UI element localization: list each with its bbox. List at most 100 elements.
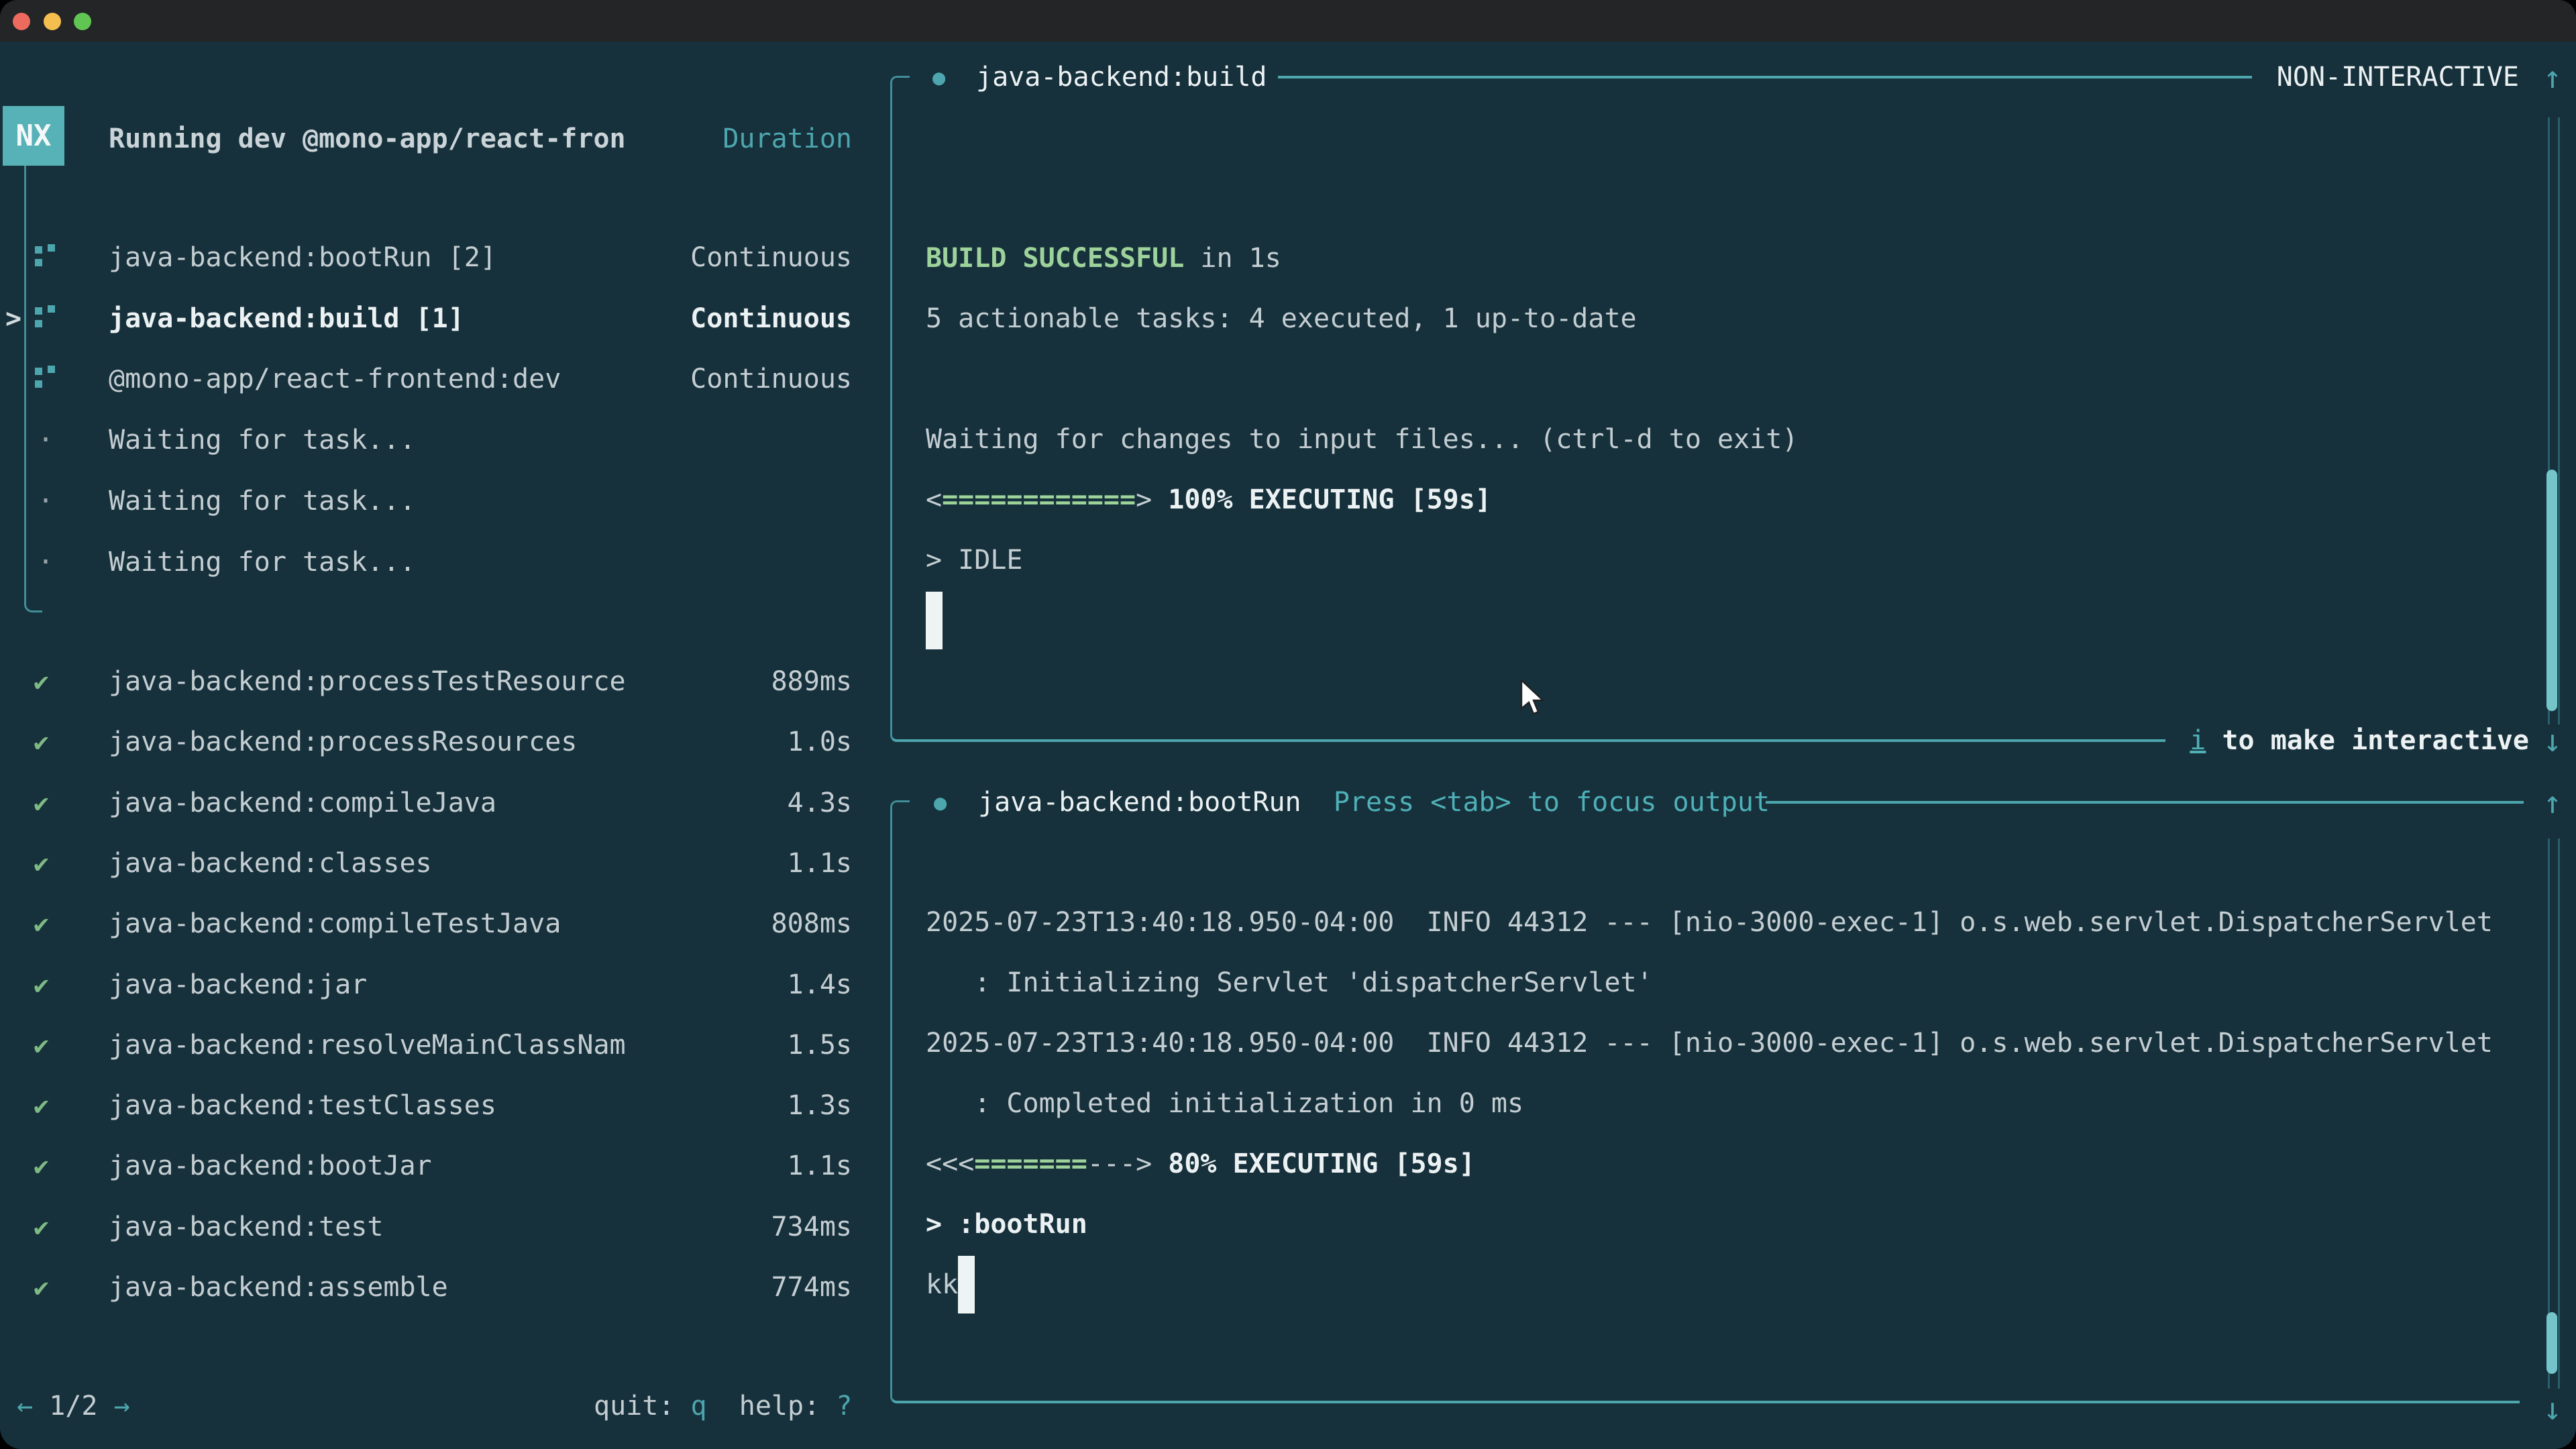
task-name: java-backend:classes xyxy=(109,833,432,894)
panel-title-row: java-backend:bootRun Press <tab> to focu… xyxy=(978,772,1770,833)
maximize-button[interactable] xyxy=(74,13,91,30)
log-line: 2025-07-23T13:40:18.950-04:00 INFO 44312… xyxy=(926,1013,2493,1073)
task-status: Continuous xyxy=(690,227,852,288)
prompt-line: > :bootRun xyxy=(926,1194,1087,1254)
task-name: java-backend:resolveMainClassNam xyxy=(109,1015,626,1075)
done-task-row[interactable]: ✔ java-backend:compileTestJava 808ms xyxy=(0,894,889,954)
check-icon: ✔ xyxy=(34,1075,49,1136)
scrollbar-thumb[interactable] xyxy=(2546,1312,2557,1374)
title-rule xyxy=(1278,76,2252,78)
task-name: java-backend:assemble xyxy=(109,1257,448,1318)
task-name: Waiting for task... xyxy=(109,532,416,592)
done-task-row[interactable]: ✔ java-backend:compileJava 4.3s xyxy=(0,773,889,833)
sidebar-footer: ← 1/2 → quit: q help: ? xyxy=(0,1376,889,1436)
task-name: java-backend:compileJava xyxy=(109,773,496,833)
done-task-row[interactable]: ✔ java-backend:jar 1.4s xyxy=(0,955,889,1015)
waiting-dot-icon: · xyxy=(38,532,54,592)
task-duration: 1.5s xyxy=(788,1015,852,1075)
task-duration: 1.1s xyxy=(788,833,852,894)
spacer xyxy=(97,1391,113,1421)
spacer xyxy=(707,1391,739,1421)
focus-output-hint: Press <tab> to focus output xyxy=(1334,787,1770,818)
key-hints: quit: q help: ? xyxy=(594,1376,852,1436)
task-duration: 1.1s xyxy=(788,1136,852,1196)
progress-label: 100% EXECUTING [59s] xyxy=(1152,484,1491,515)
check-icon: ✔ xyxy=(34,1197,49,1257)
done-task-row[interactable]: ✔ java-backend:testClasses 1.3s xyxy=(0,1075,889,1136)
task-row-waiting[interactable]: · Waiting for task... xyxy=(0,471,889,531)
check-icon: ✔ xyxy=(34,894,49,954)
non-interactive-badge: NON-INTERACTIVE xyxy=(2277,47,2519,107)
task-name: java-backend:compileTestJava xyxy=(109,894,561,954)
waiting-dot-icon: · xyxy=(38,410,54,470)
pager-left-icon[interactable]: ← xyxy=(17,1391,33,1421)
terminal-window: NX Running dev @mono-app/react-fron Dura… xyxy=(0,0,2576,1449)
build-success-line: BUILD SUCCESSFUL in 1s xyxy=(926,228,1281,288)
build-success-text: BUILD SUCCESSFUL xyxy=(926,243,1184,274)
check-icon: ✔ xyxy=(34,651,49,712)
progress-bar-line: <============> 100% EXECUTING [59s] xyxy=(926,470,1491,530)
spinner-icon xyxy=(35,246,42,254)
task-duration: 774ms xyxy=(771,1257,852,1318)
task-name: @mono-app/react-frontend:dev xyxy=(109,349,561,409)
task-row-waiting[interactable]: · Waiting for task... xyxy=(0,532,889,592)
log-line: : Completed initialization in 0 ms xyxy=(926,1073,1523,1134)
done-task-row[interactable]: ✔ java-backend:test 734ms xyxy=(0,1197,889,1257)
check-icon: ✔ xyxy=(34,1257,49,1318)
check-icon: ✔ xyxy=(34,773,49,833)
mouse-cursor xyxy=(1520,679,1550,719)
sidebar-header: Running dev @mono-app/react-fron Duratio… xyxy=(0,109,889,169)
task-name: java-backend:test xyxy=(109,1197,383,1257)
waiting-dot-icon: · xyxy=(38,471,54,531)
close-button[interactable] xyxy=(13,13,30,30)
progress-fill: ======= xyxy=(974,1148,1087,1179)
task-name: Waiting for task... xyxy=(109,471,416,531)
task-row-waiting[interactable]: · Waiting for task... xyxy=(0,410,889,470)
task-row-frontend-dev[interactable]: @mono-app/react-frontend:dev Continuous xyxy=(0,349,889,409)
done-task-row[interactable]: ✔ java-backend:processTestResource 889ms xyxy=(0,651,889,712)
log-line: : Initializing Servlet 'dispatcherServle… xyxy=(926,953,1653,1013)
check-icon: ✔ xyxy=(34,1136,49,1196)
task-name: java-backend:processTestResource xyxy=(109,651,626,712)
scroll-up-icon[interactable]: ↑ xyxy=(2538,772,2567,833)
task-status: Continuous xyxy=(690,349,852,409)
task-name: java-backend:bootJar xyxy=(109,1136,432,1196)
done-task-row[interactable]: ✔ java-backend:classes 1.1s xyxy=(0,833,889,894)
done-task-row[interactable]: ✔ java-backend:resolveMainClassNam 1.5s xyxy=(0,1015,889,1075)
task-name: java-backend:build [1] xyxy=(109,288,464,349)
interactive-hint-text: to make interactive xyxy=(2206,725,2529,756)
progress-dashes: ---> xyxy=(1087,1148,1152,1179)
minimize-button[interactable] xyxy=(44,13,61,30)
task-row-build-selected[interactable]: > java-backend:build [1] Continuous xyxy=(0,288,889,349)
titlebar xyxy=(0,0,2576,42)
task-status: Continuous xyxy=(690,288,852,349)
progress-close: > xyxy=(1136,484,1152,515)
done-task-row[interactable]: ✔ java-backend:bootJar 1.1s xyxy=(0,1136,889,1196)
task-duration: 1.3s xyxy=(788,1075,852,1136)
progress-fill: ============ xyxy=(942,484,1136,515)
spinner-icon xyxy=(35,307,42,315)
scrollbar-track[interactable] xyxy=(2548,839,2560,1389)
sidebar-title: Running dev @mono-app/react-fron xyxy=(109,109,626,169)
done-task-row[interactable]: ✔ java-backend:assemble 774ms xyxy=(0,1257,889,1318)
check-icon: ✔ xyxy=(34,955,49,1015)
scroll-up-icon[interactable]: ↑ xyxy=(2538,47,2567,107)
duration-column-header: Duration xyxy=(722,109,852,169)
check-icon: ✔ xyxy=(34,1015,49,1075)
spacer xyxy=(1301,787,1334,818)
check-icon: ✔ xyxy=(34,712,49,772)
running-bullet-icon: ● xyxy=(934,772,947,833)
selected-arrow-icon: > xyxy=(5,288,21,349)
task-name: Waiting for task... xyxy=(109,410,416,470)
quit-hint-label: quit: xyxy=(594,1391,691,1421)
log-line: 2025-07-23T13:40:18.950-04:00 INFO 44312… xyxy=(926,892,2493,953)
done-task-row[interactable]: ✔ java-backend:processResources 1.0s xyxy=(0,712,889,772)
scrollbar-thumb[interactable] xyxy=(2546,470,2557,711)
pager-right-icon[interactable]: → xyxy=(114,1391,130,1421)
task-duration: 4.3s xyxy=(788,773,852,833)
running-bullet-icon: ● xyxy=(932,47,945,107)
progress-bar-line: <<<=======---> 80% EXECUTING [59s] xyxy=(926,1134,1475,1194)
task-row-bootrun[interactable]: java-backend:bootRun [2] Continuous xyxy=(0,227,889,288)
progress-label: 80% EXECUTING [59s] xyxy=(1152,1148,1475,1179)
pager: ← 1/2 → xyxy=(17,1376,130,1436)
